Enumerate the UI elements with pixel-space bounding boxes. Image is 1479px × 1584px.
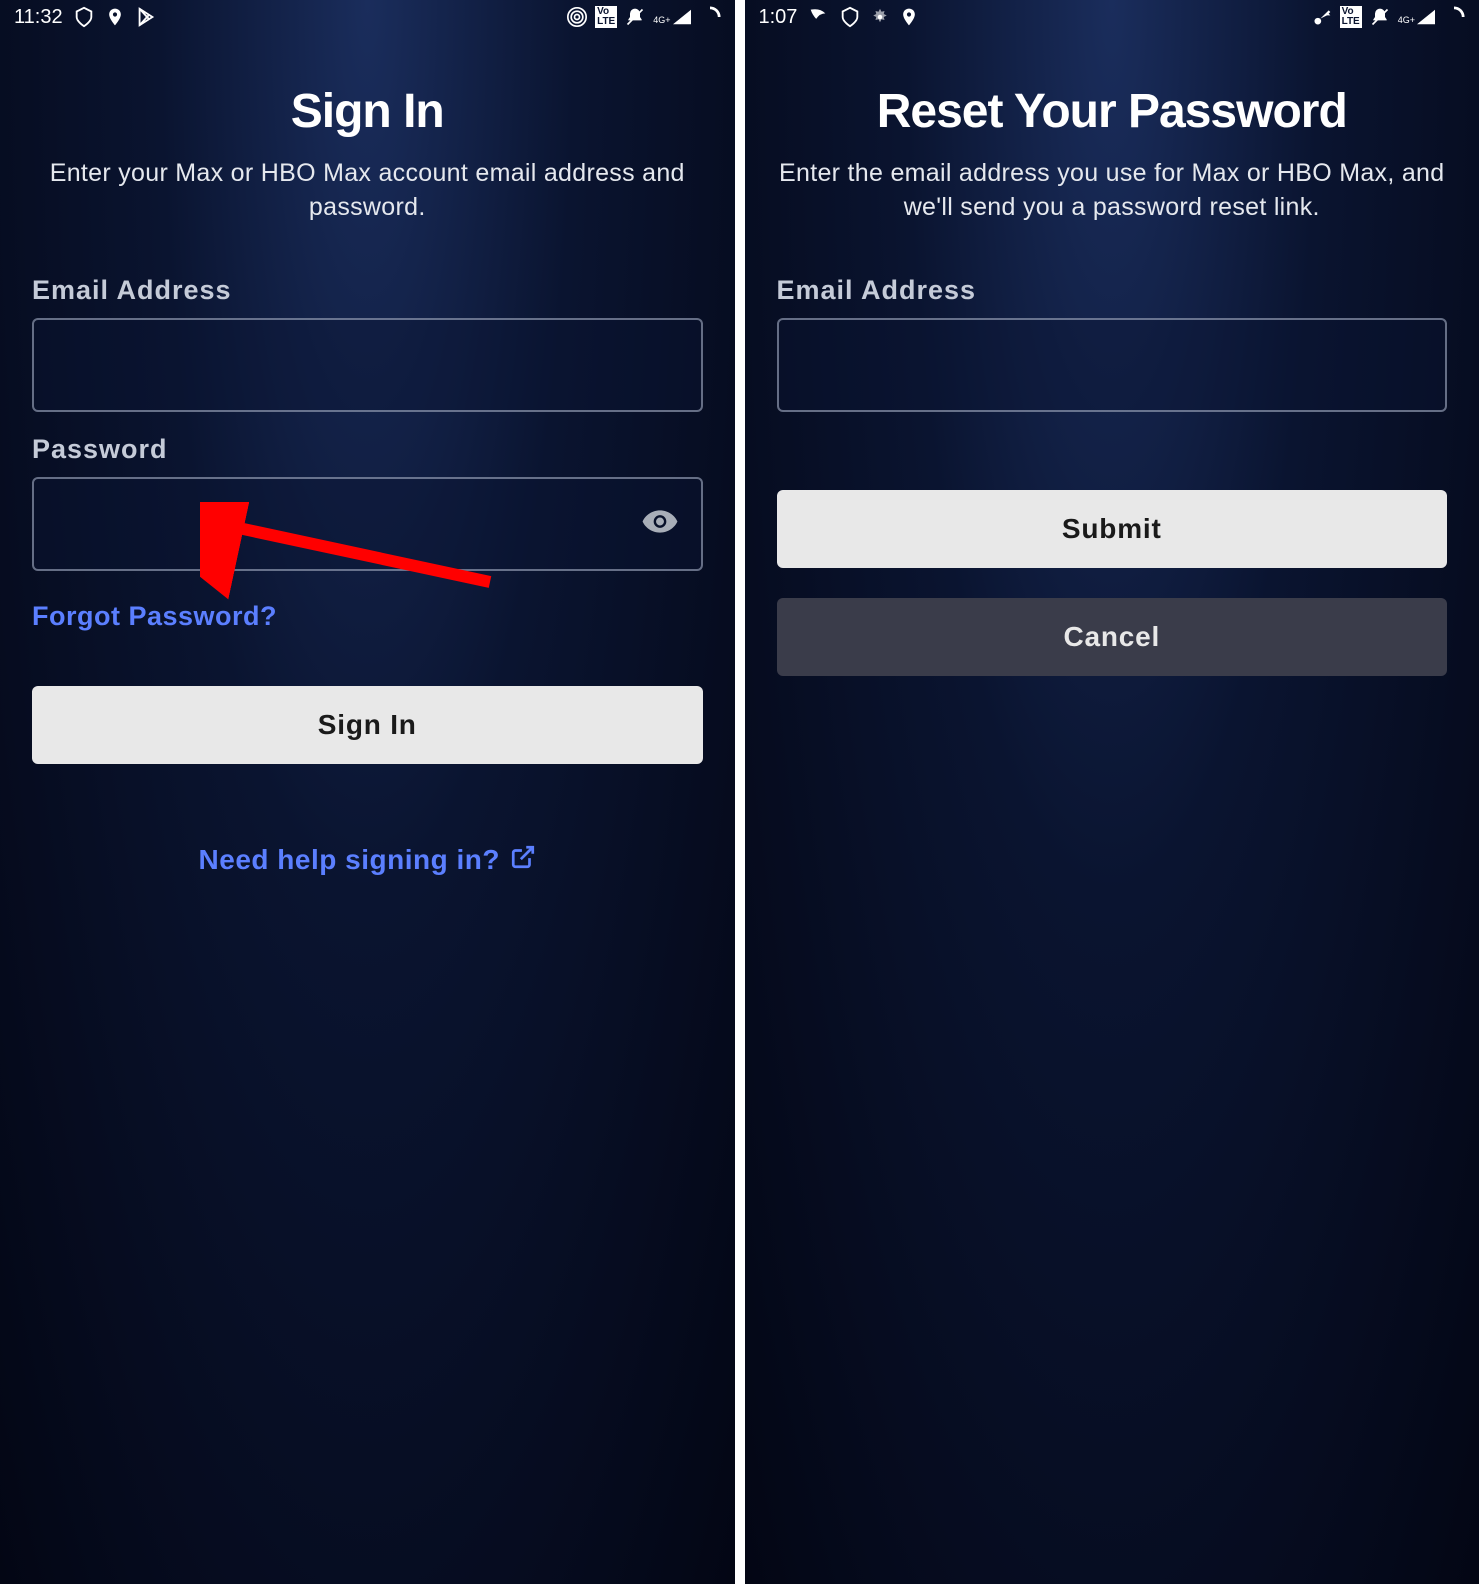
sign-in-content: Sign In Enter your Max or HBO Max accoun… <box>0 34 735 877</box>
loading-icon <box>1443 6 1465 28</box>
reset-password-screen: 1:07 VoLTE 4G+ <box>745 0 1479 1584</box>
status-bar: 1:07 VoLTE 4G+ <box>745 0 1479 34</box>
page-subtitle: Enter your Max or HBO Max account email … <box>32 157 703 225</box>
boomerang-icon <box>807 6 829 28</box>
help-link[interactable]: Need help signing in? <box>199 844 536 877</box>
status-time: 1:07 <box>759 6 798 29</box>
password-input-wrapper <box>32 477 703 571</box>
sign-in-screen: 11:32 VoLTE 4G+ <box>0 0 735 1584</box>
email-input[interactable] <box>32 318 703 412</box>
submit-button[interactable]: Submit <box>777 490 1448 568</box>
mute-icon <box>625 7 645 27</box>
email-label: Email Address <box>777 275 1448 306</box>
status-bar-right: VoLTE 4G+ <box>567 6 720 28</box>
page-title: Reset Your Password <box>777 84 1448 139</box>
play-store-icon <box>135 6 157 28</box>
page-subtitle: Enter the email address you use for Max … <box>777 157 1448 225</box>
email-form-group: Email Address <box>777 275 1448 412</box>
external-link-icon <box>510 844 536 877</box>
help-link-text: Need help signing in? <box>199 844 500 876</box>
password-label: Password <box>32 434 703 465</box>
page-title: Sign In <box>32 84 703 139</box>
email-label: Email Address <box>32 275 703 306</box>
key-icon <box>1312 7 1332 27</box>
hotspot-icon <box>567 7 587 27</box>
volte-icon: VoLTE <box>1340 6 1362 28</box>
mute-icon <box>1370 7 1390 27</box>
location-icon <box>899 7 919 27</box>
email-input[interactable] <box>777 318 1448 412</box>
email-form-group: Email Address <box>32 275 703 412</box>
cancel-button[interactable]: Cancel <box>777 598 1448 676</box>
status-time: 11:32 <box>14 6 63 29</box>
status-bar-right: VoLTE 4G+ <box>1312 6 1465 28</box>
status-bar: 11:32 VoLTE 4G+ <box>0 0 735 34</box>
settings-icon <box>871 8 889 26</box>
reset-content: Reset Your Password Enter the email addr… <box>745 34 1479 706</box>
volte-icon: VoLTE <box>595 6 617 28</box>
shield-icon <box>73 6 95 28</box>
loading-icon <box>699 6 721 28</box>
status-bar-left: 1:07 <box>759 6 920 29</box>
signal-icon: 4G+ <box>1398 9 1435 25</box>
forgot-password-link[interactable]: Forgot Password? <box>32 601 703 632</box>
password-input[interactable] <box>32 477 703 571</box>
sign-in-button[interactable]: Sign In <box>32 686 703 764</box>
password-form-group: Password <box>32 434 703 571</box>
signal-icon: 4G+ <box>653 9 690 25</box>
location-icon <box>105 7 125 27</box>
shield-icon <box>839 6 861 28</box>
status-bar-left: 11:32 <box>14 6 157 29</box>
eye-icon[interactable] <box>641 502 679 545</box>
